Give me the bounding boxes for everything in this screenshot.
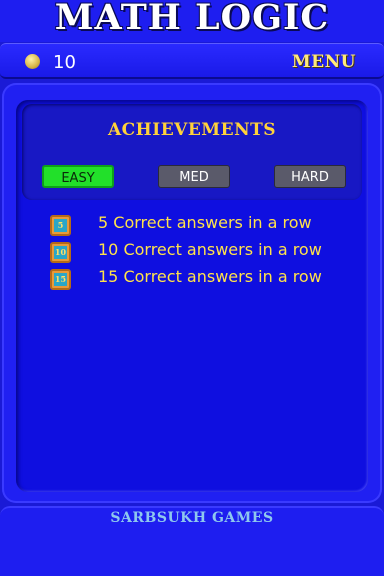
achievements-title: ACHIEVEMENTS xyxy=(107,120,277,140)
tab-med[interactable]: MED xyxy=(158,165,230,188)
achievement-text: 5 Correct answers in a row xyxy=(98,213,312,232)
badge-number: 15 xyxy=(54,273,67,286)
status-bar: 10 MENU xyxy=(0,43,384,79)
achievement-badge-icon: 5 xyxy=(50,215,71,236)
coin-count: 10 xyxy=(53,52,76,73)
footer: SARBSUKH GAMES xyxy=(0,506,384,576)
footer-credit: SARBSUKH GAMES xyxy=(110,510,274,526)
coin-icon xyxy=(25,54,40,69)
app-title: MATH LOGIC xyxy=(54,0,330,38)
achievement-list: 5 5 Correct answers in a row 10 10 Corre… xyxy=(16,211,368,292)
tab-hard[interactable]: HARD xyxy=(274,165,346,188)
achievement-item: 10 10 Correct answers in a row xyxy=(16,238,368,265)
achievement-badge-icon: 15 xyxy=(50,269,71,290)
badge-number: 10 xyxy=(54,246,67,259)
achievement-text: 15 Correct answers in a row xyxy=(98,267,322,286)
achievements-inner-panel: ACHIEVEMENTS EASY MED HARD 5 5 Correct a… xyxy=(16,100,368,492)
badge-number: 5 xyxy=(54,219,67,232)
achievements-panel: ACHIEVEMENTS EASY MED HARD 5 5 Correct a… xyxy=(2,83,382,503)
achievement-text: 10 Correct answers in a row xyxy=(98,240,322,259)
achievement-item: 5 5 Correct answers in a row xyxy=(16,211,368,238)
achievement-item: 15 15 Correct answers in a row xyxy=(16,265,368,292)
achievements-header: ACHIEVEMENTS EASY MED HARD xyxy=(22,104,362,200)
menu-button[interactable]: MENU xyxy=(292,52,356,72)
tab-easy[interactable]: EASY xyxy=(42,165,114,188)
title-bar: MATH LOGIC xyxy=(0,0,384,42)
achievement-badge-icon: 10 xyxy=(50,242,71,263)
